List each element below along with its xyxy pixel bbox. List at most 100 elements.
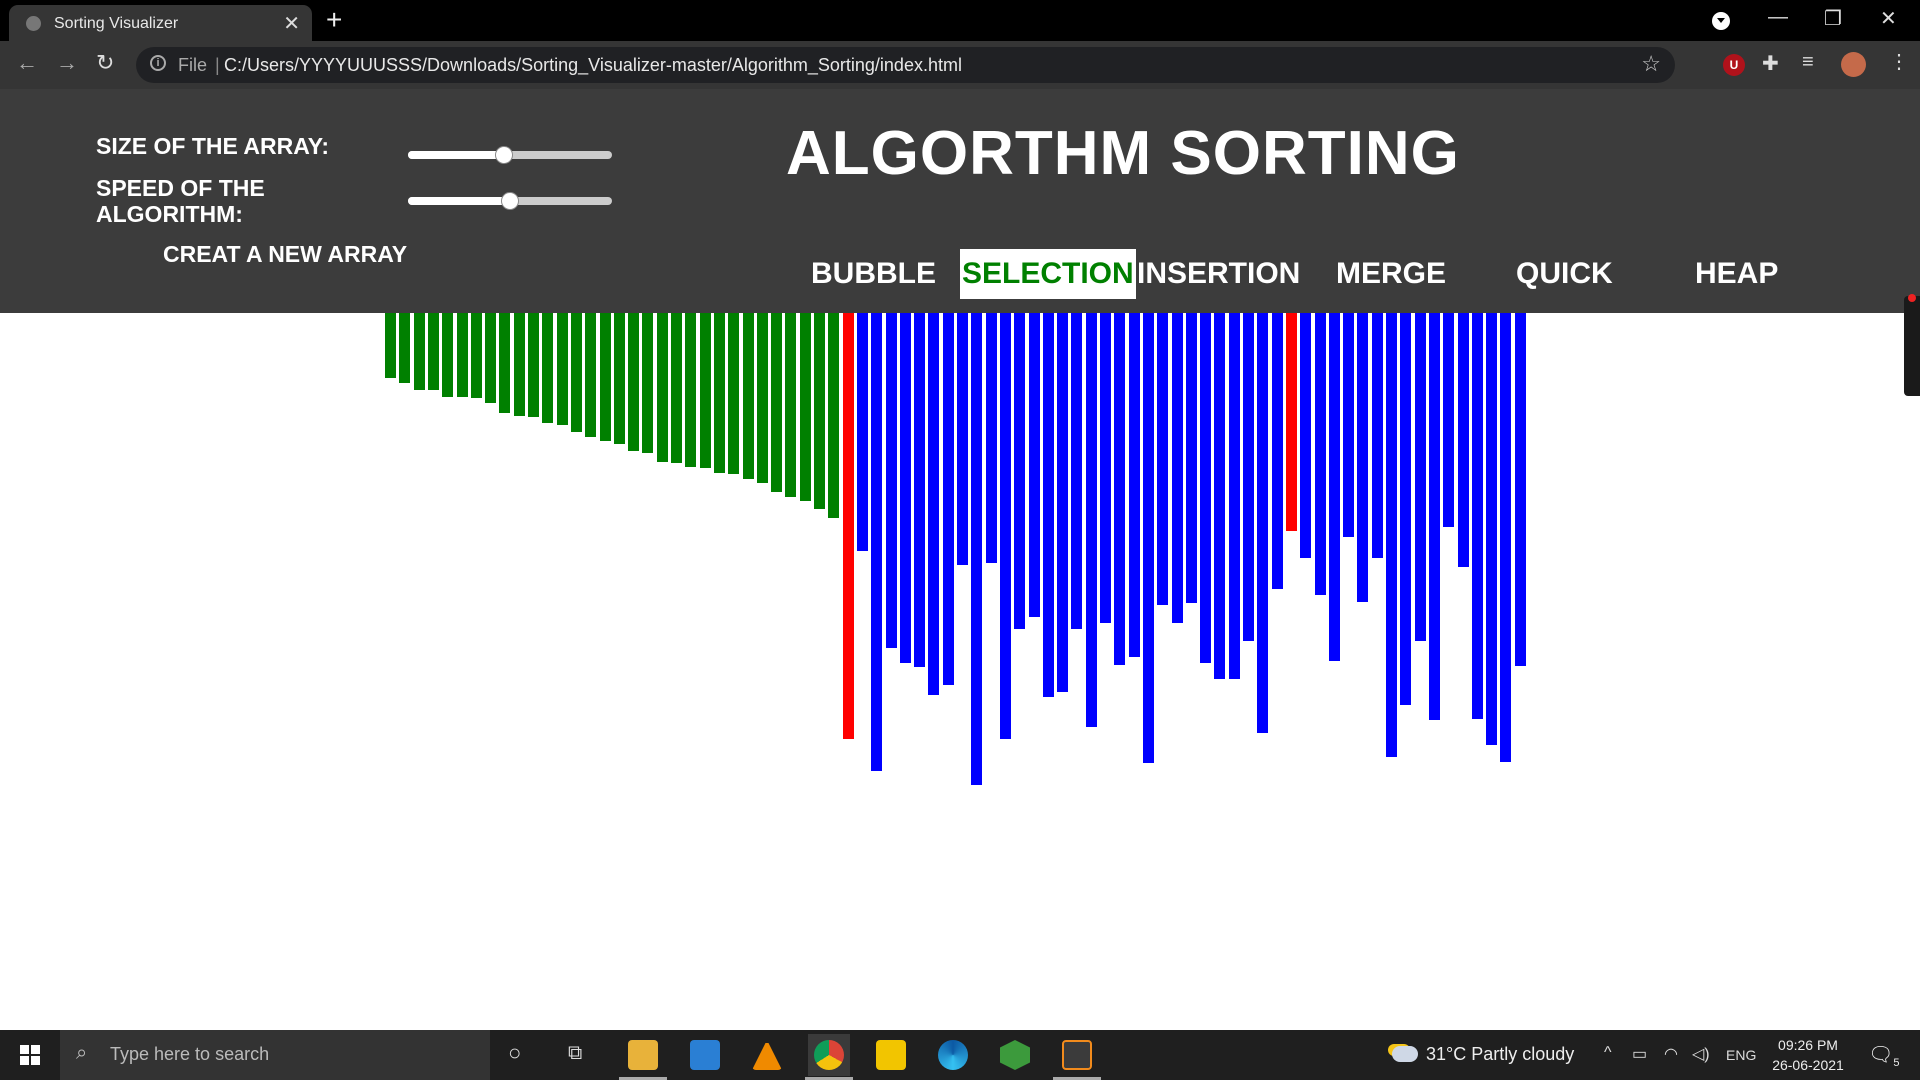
array-bar	[1400, 313, 1411, 705]
array-size-slider[interactable]	[408, 146, 612, 164]
minimize-button[interactable]: —	[1768, 6, 1788, 29]
array-bar	[428, 313, 439, 390]
file-explorer-icon[interactable]	[628, 1040, 658, 1070]
wifi-icon[interactable]: ◠	[1664, 1044, 1678, 1064]
array-bar	[1272, 313, 1283, 589]
task-view-icon[interactable]: ⧉	[568, 1042, 582, 1065]
array-bar	[657, 313, 668, 462]
array-bar	[414, 313, 425, 390]
array-bar	[971, 313, 982, 785]
nodejs-icon[interactable]	[1000, 1040, 1030, 1070]
weather-widget[interactable]: 31°C Partly cloudy	[1392, 1044, 1574, 1065]
windows-taskbar: ⌕ Type here to search ○ ⧉ 31°C Partly cl…	[0, 1030, 1920, 1080]
tab-close-icon[interactable]: ✕	[283, 11, 300, 36]
array-bar	[1200, 313, 1211, 663]
browser-menu-icon[interactable]: ⋮	[1889, 49, 1909, 74]
language-indicator[interactable]: ENG	[1726, 1047, 1756, 1063]
array-bar	[1472, 313, 1483, 719]
mail-icon[interactable]	[690, 1040, 720, 1070]
back-button[interactable]: ←	[16, 50, 38, 76]
ublock-extension-icon[interactable]: U	[1723, 54, 1745, 76]
page-title: ALGORTHM SORTING	[786, 119, 1460, 188]
array-bar	[1315, 313, 1326, 595]
browser-tab[interactable]: Sorting Visualizer ✕	[9, 5, 312, 41]
array-bar	[1372, 313, 1383, 558]
vlc-icon[interactable]	[752, 1040, 782, 1070]
screenrec-label: screenrec	[1889, 314, 1905, 373]
url-text[interactable]: C:/Users/YYYYUUUSSS/Downloads/Sorting_Vi…	[224, 55, 962, 76]
slider-fill	[408, 151, 504, 159]
array-bar	[1172, 313, 1183, 623]
notification-center-icon[interactable]: 🗨5	[1868, 1042, 1900, 1069]
record-dot-icon	[1908, 294, 1916, 302]
profile-avatar[interactable]	[1841, 52, 1866, 77]
array-bar	[757, 313, 768, 483]
browser-toolbar: ← → ↻ i File | C:/Users/YYYYUUUSSS/Downl…	[0, 41, 1920, 89]
insertion-sort-button[interactable]: INSERTION	[1135, 249, 1302, 299]
chrome-icon[interactable]	[814, 1040, 844, 1070]
array-bar	[857, 313, 868, 551]
close-window-button[interactable]: ✕	[1880, 6, 1897, 31]
array-bar	[943, 313, 954, 685]
array-bar	[442, 313, 453, 397]
info-icon[interactable]: i	[150, 55, 166, 71]
selection-sort-button[interactable]: SELECTION	[960, 249, 1136, 299]
array-bar	[1415, 313, 1426, 641]
slider-thumb[interactable]	[494, 146, 513, 164]
sticky-notes-icon[interactable]	[876, 1040, 906, 1070]
taskbar-clock[interactable]: 09:26 PM 26-06-2021	[1768, 1035, 1848, 1075]
speed-label-line1: SPEED OF THE	[96, 175, 265, 201]
bubble-sort-button[interactable]: BUBBLE	[809, 249, 938, 299]
array-bar	[1214, 313, 1225, 679]
cortana-icon[interactable]: ○	[508, 1040, 521, 1066]
merge-sort-button[interactable]: MERGE	[1334, 249, 1448, 299]
array-bar	[828, 313, 839, 518]
array-bar	[1143, 313, 1154, 763]
extensions-puzzle-icon[interactable]: ✚	[1762, 51, 1779, 76]
forward-button[interactable]: →	[56, 50, 78, 76]
battery-icon[interactable]: ▭	[1632, 1044, 1647, 1064]
address-bar[interactable]: i File | C:/Users/YYYYUUUSSS/Downloads/S…	[136, 47, 1675, 83]
array-bar	[1071, 313, 1082, 629]
heap-sort-button[interactable]: HEAP	[1693, 249, 1780, 299]
tab-search-icon[interactable]	[1712, 12, 1730, 30]
edge-icon[interactable]	[938, 1040, 968, 1070]
windows-start-icon[interactable]	[20, 1045, 40, 1065]
array-bars-area	[0, 313, 1920, 1030]
search-icon: ⌕	[76, 1042, 88, 1064]
array-bar	[1000, 313, 1011, 739]
slider-thumb[interactable]	[501, 192, 519, 210]
array-bar	[957, 313, 968, 565]
array-bar	[1500, 313, 1511, 762]
array-bar	[1486, 313, 1497, 745]
array-bar	[928, 313, 939, 695]
new-array-button[interactable]: CREAT A NEW ARRAY	[163, 241, 407, 267]
volume-icon[interactable]: ◁)	[1692, 1044, 1710, 1064]
restore-button[interactable]: ❐	[1824, 6, 1842, 31]
speed-slider[interactable]	[408, 192, 612, 210]
array-bar	[1100, 313, 1111, 623]
array-bar	[471, 313, 482, 398]
array-bar	[700, 313, 711, 468]
array-bar	[1157, 313, 1168, 605]
media-control-icon[interactable]: ≡	[1802, 51, 1814, 74]
array-bar	[457, 313, 468, 397]
array-bar	[585, 313, 596, 437]
array-bar	[1515, 313, 1526, 666]
array-bar	[1357, 313, 1368, 602]
reload-button[interactable]: ↻	[96, 50, 114, 76]
array-bar	[628, 313, 639, 451]
screenrec-tab[interactable]: screenrec	[1889, 294, 1920, 396]
chat-icon: 🗨	[1868, 1044, 1894, 1066]
array-bar	[600, 313, 611, 441]
array-bar	[986, 313, 997, 563]
bookmark-star-icon[interactable]: ☆	[1641, 51, 1661, 77]
quick-sort-button[interactable]: QUICK	[1514, 249, 1615, 299]
array-bar	[614, 313, 625, 444]
new-tab-button[interactable]: +	[326, 4, 342, 36]
tab-title: Sorting Visualizer	[54, 15, 179, 32]
taskbar-search-box[interactable]: ⌕ Type here to search	[60, 1030, 490, 1080]
tray-overflow-icon[interactable]: ^	[1604, 1044, 1612, 1062]
array-bar	[1114, 313, 1125, 665]
sublime-text-icon[interactable]	[1062, 1040, 1092, 1070]
